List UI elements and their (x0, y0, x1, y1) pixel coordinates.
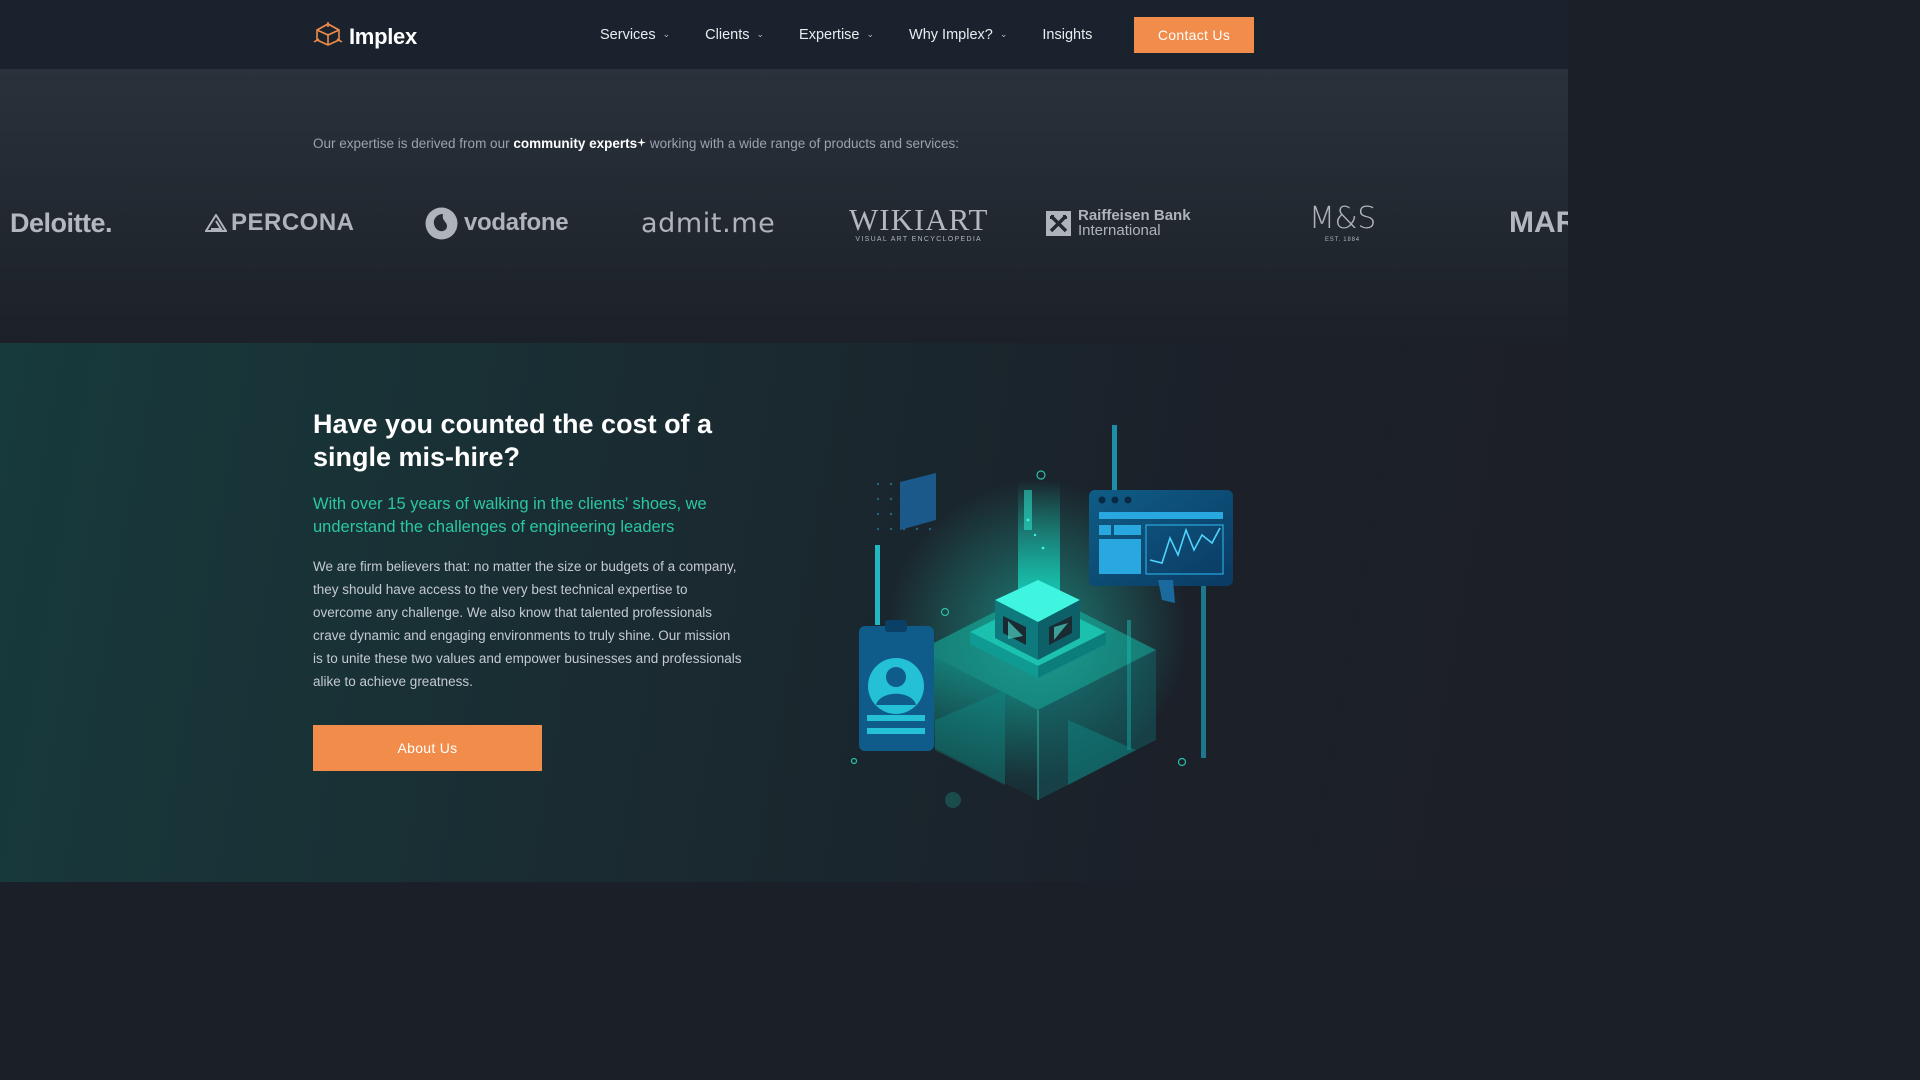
clients-section: Our expertise is derived from our commun… (0, 70, 1568, 343)
client-logo-vodafone: vodafone (425, 190, 569, 256)
about-us-button[interactable]: About Us (313, 725, 542, 771)
page: Implex Services ⌄ Clients ⌄ Expertise ⌄ … (0, 0, 1568, 882)
brand-logo[interactable]: Implex (313, 21, 417, 52)
sparkle-icon (637, 138, 647, 147)
intro-text-after: working with a wide range of products an… (646, 136, 960, 151)
contact-us-button[interactable]: Contact Us (1134, 17, 1254, 53)
nav-expertise[interactable]: Expertise ⌄ (799, 27, 874, 43)
client-name: PERCONA (231, 209, 355, 236)
nav-label: Why Implex? (909, 27, 993, 43)
client-name: Deloitte. (10, 207, 113, 238)
clients-intro: Our expertise is derived from our commun… (313, 136, 959, 151)
client-tagline: VISUAL ART ENCYCLOPEDIA (855, 235, 983, 243)
nav-why-implex[interactable]: Why Implex? ⌄ (909, 27, 1007, 43)
client-logos: Deloitte. PERCONA vodafone admit.me Wiki… (0, 190, 1568, 260)
chevron-down-icon: ⌄ (999, 28, 1008, 39)
client-name: admit.me (641, 207, 776, 239)
client-name: WikiArt (849, 201, 989, 237)
client-name: Raiffeisen Bank (1078, 207, 1191, 224)
percona-mark-icon (205, 214, 227, 232)
client-name: MAR (1509, 206, 1568, 239)
nav-label: Expertise (799, 27, 860, 43)
client-logo-ms: M&S EST. 1884 (1309, 190, 1376, 256)
main-nav: Services ⌄ Clients ⌄ Expertise ⌄ Why Imp… (600, 0, 1127, 70)
client-logo-mar: MAR (1509, 190, 1568, 256)
vodafone-mark-icon (425, 207, 458, 239)
chevron-down-icon: ⌄ (662, 28, 671, 39)
client-name: M&S (1309, 200, 1376, 236)
mishire-title: Have you counted the cost of a single mi… (313, 409, 713, 472)
nav-clients[interactable]: Clients ⌄ (705, 27, 764, 43)
nav-services[interactable]: Services ⌄ (600, 27, 670, 43)
nav-label: Insights (1042, 27, 1093, 43)
nav-label: Services (600, 27, 656, 43)
client-logo-admitme: admit.me (641, 190, 775, 256)
nav-label: Clients (705, 27, 750, 43)
client-logo-wikiart: WikiArt VISUAL ART ENCYCLOPEDIA (849, 190, 988, 256)
site-header: Implex Services ⌄ Clients ⌄ Expertise ⌄ … (0, 0, 1568, 70)
chevron-down-icon: ⌄ (866, 28, 875, 39)
community-experts-link[interactable]: community experts (513, 136, 637, 151)
raiffeisen-mark-icon (1046, 210, 1071, 236)
mishire-section: Have you counted the cost of a single mi… (0, 343, 1568, 882)
client-logo-percona: PERCONA (205, 190, 355, 256)
intro-text-before: Our expertise is derived from our (313, 136, 514, 151)
client-name: vodafone (464, 209, 569, 236)
implex-cube-icon (313, 21, 343, 52)
isometric-cube-illustration (840, 420, 1250, 820)
client-tagline: EST. 1884 (1324, 236, 1360, 243)
mishire-subtitle: With over 15 years of walking in the cli… (313, 495, 707, 536)
nav-insights[interactable]: Insights (1042, 27, 1092, 43)
client-logo-deloitte: Deloitte. (10, 190, 113, 256)
chevron-down-icon: ⌄ (756, 28, 765, 39)
client-tagline: International (1078, 222, 1161, 239)
brand-name: Implex (349, 23, 417, 49)
client-logo-raiffeisen: Raiffeisen Bank International (1046, 190, 1191, 256)
mishire-body: We are firm believers that: no matter th… (313, 559, 742, 689)
